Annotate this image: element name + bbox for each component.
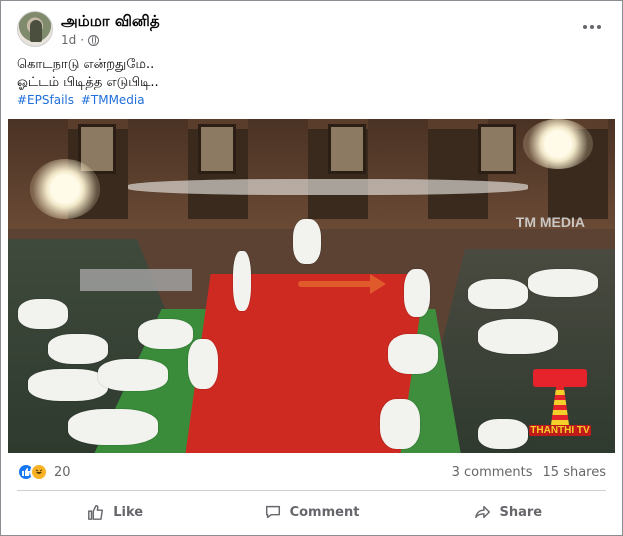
post-stats: 20 3 comments 15 shares [17, 461, 606, 483]
reactions-summary[interactable]: 20 [17, 463, 71, 481]
post-card: அம்மா வினித் 1d · கொடநாடு என்றதுமே.. ஓட்… [0, 0, 623, 536]
comment-label: Comment [289, 504, 360, 520]
like-label: Like [113, 504, 144, 520]
chandelier [30, 159, 100, 219]
globe-icon [88, 34, 100, 46]
portrait [478, 124, 516, 174]
like-button[interactable]: Like [17, 495, 213, 529]
tower-icon [551, 385, 569, 425]
post-header: அம்மா வினித் 1d · [17, 11, 606, 51]
share-button[interactable]: Share [410, 495, 606, 529]
channel-logo: THANTHI TV [529, 369, 591, 441]
post-time[interactable]: 1d [61, 33, 76, 47]
more-dot-icon [590, 25, 594, 29]
comment-button[interactable]: Comment [213, 495, 409, 529]
haha-icon [30, 463, 48, 481]
author-name[interactable]: அம்மா வினித் [61, 12, 160, 32]
arrow-head-icon [370, 274, 386, 294]
thumbs-up-icon [88, 504, 104, 520]
avatar-figure [30, 20, 42, 42]
post-text-line-1: கொடநாடு என்றதுமே.. [17, 57, 155, 72]
post-meta: 1d · [61, 33, 100, 47]
hashtag-link[interactable]: #TMMedia [81, 93, 145, 107]
share-icon [474, 505, 490, 519]
post-text-line-2: ஓட்டம் பிடித்த எடுபிடி.. [17, 75, 159, 90]
portrait [328, 124, 366, 174]
hashtags: #EPSfails #TMMedia [17, 93, 148, 107]
video-watermark: TM MEDIA [515, 214, 585, 230]
portrait [198, 124, 236, 174]
channel-logo-text: THANTHI TV [529, 425, 591, 436]
post-text: கொடநாடு என்றதுமே.. ஓட்டம் பிடித்த எடுபிட… [17, 56, 606, 92]
blurred-region [80, 269, 192, 291]
video-player[interactable]: TM MEDIA THANTHI TV [8, 119, 615, 453]
share-label: Share [499, 504, 543, 520]
more-dot-icon [583, 25, 587, 29]
chandelier [523, 119, 593, 169]
action-bar: Like Comment Share [17, 495, 606, 529]
author-avatar[interactable] [17, 11, 53, 47]
reaction-count: 20 [54, 464, 71, 480]
more-options-button[interactable] [578, 13, 606, 41]
comment-icon [265, 505, 280, 519]
comments-count[interactable]: 3 comments [452, 465, 533, 480]
shares-count[interactable]: 15 shares [543, 465, 606, 480]
arrow-annotation [298, 281, 376, 287]
engagement-counts: 3 comments 15 shares [452, 465, 606, 480]
more-dot-icon [597, 25, 601, 29]
divider [17, 490, 606, 491]
hashtag-link[interactable]: #EPSfails [17, 93, 74, 107]
